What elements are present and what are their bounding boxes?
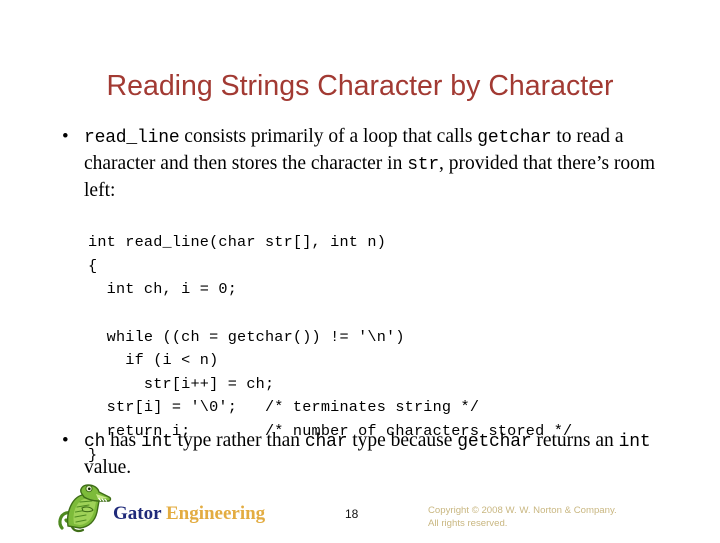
copyright-line-1: Copyright © 2008 W. W. Norton & Company.	[428, 505, 617, 516]
code-line: while ((ch = getchar()) != '\n')	[88, 327, 405, 346]
copyright-notice: Copyright © 2008 W. W. Norton & Company.…	[428, 505, 698, 530]
prose-span: has	[105, 430, 141, 451]
bullet-text-read-line: read_line consists primarily of a loop t…	[84, 124, 670, 204]
bullet-text-ch-type: ch has int type rather than char type be…	[84, 428, 670, 481]
page-title: Reading Strings Character by Character	[106, 70, 614, 102]
bullet-item-read-line: • read_line consists primarily of a loop…	[58, 124, 670, 204]
code-span: getchar	[477, 128, 552, 148]
bullet-item-ch-type: • ch has int type rather than char type …	[58, 428, 670, 481]
gator-mascot-icon	[56, 482, 114, 538]
code-line: str[i++] = ch;	[88, 374, 275, 393]
brand-gator-label: Gator	[113, 503, 162, 524]
code-line: {	[88, 256, 98, 275]
code-line: str[i] = '\0'; /* terminates string */	[88, 398, 480, 417]
prose-span: consists primarily of a loop that calls	[179, 126, 478, 147]
page-number: 18	[345, 507, 359, 521]
brand-engineering-label: Engineering	[165, 503, 266, 524]
prose-span: type rather than	[172, 430, 305, 451]
code-span: ch	[84, 432, 106, 452]
code-span: int	[140, 432, 173, 452]
prose-span: type because	[347, 430, 458, 451]
code-line: int ch, i = 0;	[88, 280, 238, 299]
code-line: if (i < n)	[88, 351, 219, 370]
code-span: getchar	[457, 432, 532, 452]
code-span: char	[304, 432, 348, 452]
prose-span: value.	[84, 457, 132, 478]
code-span: str	[407, 155, 440, 175]
bullet-glyph-icon: •	[62, 430, 69, 451]
code-span: read_line	[84, 128, 180, 148]
copyright-line-2: All rights reserved.	[428, 517, 508, 529]
code-line: int read_line(char str[], int n)	[88, 233, 387, 252]
prose-span: returns an	[531, 430, 619, 451]
slide-canvas: Reading Strings Character by Character •…	[0, 0, 720, 540]
brand-wordmark: Gator Engineering	[113, 503, 265, 525]
bullet-glyph-icon: •	[62, 126, 69, 147]
code-span: int	[618, 432, 651, 452]
